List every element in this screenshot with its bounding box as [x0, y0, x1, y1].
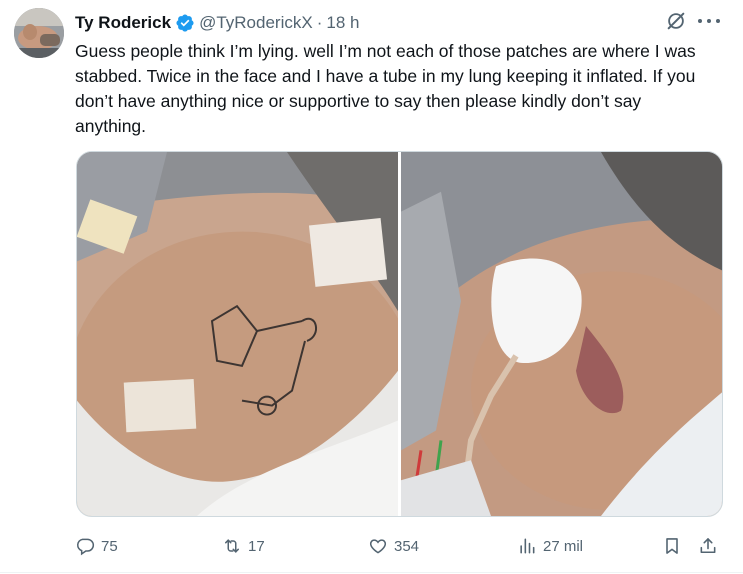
- photo-tattooed-back-with-patches[interactable]: [77, 152, 398, 516]
- view-count: 27 mil: [543, 537, 584, 555]
- action-bar: 75 17 354 27 mil: [75, 534, 725, 558]
- author-handle[interactable]: @TyRoderickX: [199, 13, 313, 33]
- share-button[interactable]: [698, 534, 718, 558]
- repost-button[interactable]: 17: [222, 534, 265, 558]
- grok-icon[interactable]: [665, 10, 687, 32]
- more-options-icon[interactable]: [698, 12, 720, 30]
- repost-icon: [222, 536, 242, 556]
- photo-chest-tube-wound[interactable]: [401, 152, 722, 516]
- heart-icon: [368, 536, 388, 556]
- separator-dot: ·: [316, 13, 323, 32]
- reply-button[interactable]: 75: [75, 534, 118, 558]
- tweet-header: Ty Roderick @TyRoderickX · 18 h: [75, 11, 359, 35]
- reply-count: 75: [101, 537, 118, 555]
- reply-icon: [75, 536, 95, 556]
- avatar[interactable]: [14, 8, 64, 58]
- repost-count: 17: [248, 537, 265, 555]
- timestamp[interactable]: 18 h: [326, 13, 359, 33]
- media-gallery[interactable]: [76, 151, 723, 517]
- like-count: 354: [394, 537, 420, 555]
- tweet-card[interactable]: Ty Roderick @TyRoderickX · 18 h Guess pe…: [0, 0, 743, 574]
- share-icon: [698, 536, 718, 556]
- divider: [0, 572, 743, 573]
- author-name[interactable]: Ty Roderick: [75, 13, 171, 33]
- like-button[interactable]: 354: [368, 534, 419, 558]
- bookmark-button[interactable]: [662, 534, 682, 558]
- analytics-icon: [517, 536, 537, 556]
- verified-badge-icon: [175, 13, 195, 33]
- bookmark-icon: [662, 536, 682, 556]
- tweet-text: Guess people think I’m lying. well I’m n…: [75, 41, 696, 136]
- views-button[interactable]: 27 mil: [517, 534, 583, 558]
